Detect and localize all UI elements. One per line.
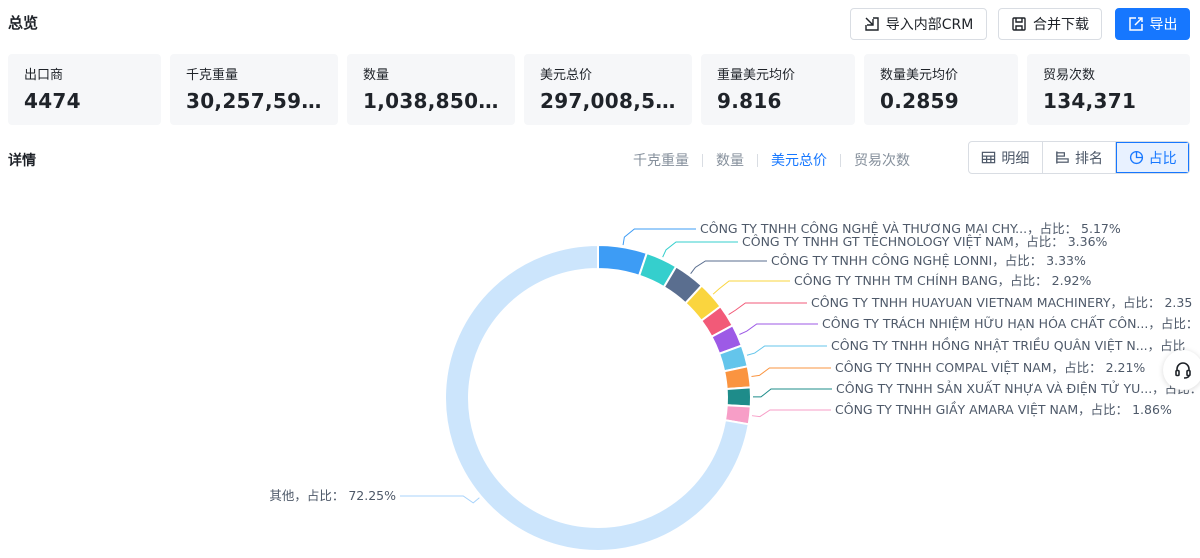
stat-value: 297,008,567...	[540, 89, 676, 113]
stat-label: 美元总价	[540, 68, 593, 83]
slice-label: CÔNG TY TNHH HUAYUAN VIETNAM MACHINERY，占…	[811, 295, 1192, 310]
stat-value: 30,257,592.74	[186, 89, 322, 113]
stat-label: 贸易次数	[1043, 68, 1096, 83]
leader-line	[752, 388, 832, 398]
stat-value: 134,371	[1043, 89, 1137, 113]
stat-card-quantity-avg-price: 数量美元均价 0.2859	[864, 54, 1018, 125]
pie-chart-icon	[1129, 150, 1143, 165]
leader-line	[400, 495, 480, 504]
slice-label: CÔNG TY TNHH SẢN XUẤT NHỰA VÀ ĐIỆN TỬ YU…	[836, 380, 1200, 396]
slice-label: CÔNG TY TNHH TM CHÍNH BANG，占比： 2.92%	[794, 273, 1091, 288]
top-bar: 总览 导入内部CRM 合并下载 导出	[0, 0, 1200, 48]
stat-value: 4474	[24, 89, 81, 113]
donut-slices	[444, 243, 752, 552]
tab-weight[interactable]: 千克重量	[620, 150, 702, 170]
stat-label: 千克重量	[186, 68, 239, 83]
merge-download-label: 合并下载	[1033, 17, 1089, 33]
stat-card-weight: 千克重量 30,257,592.74	[170, 54, 338, 125]
stat-value: 1,038,850,9...	[363, 89, 499, 113]
view-detail-label: 明细	[1001, 150, 1030, 167]
view-share-button[interactable]: 占比	[1116, 142, 1189, 173]
customer-service-button[interactable]	[1163, 350, 1200, 390]
page-title: 总览	[8, 14, 39, 32]
stat-label: 重量美元均价	[717, 68, 796, 83]
view-rank-button[interactable]: 排名	[1043, 142, 1117, 173]
metric-tabs: 千克重量 数量 美元总价 贸易次数	[620, 150, 923, 170]
stat-card-weight-avg-price: 重量美元均价 9.816	[701, 54, 855, 125]
slice-label: CÔNG TY TNHH GIẦY AMARA VIỆT NAM，占比： 1.8…	[835, 401, 1172, 417]
stat-value: 0.2859	[880, 89, 959, 113]
leader-line	[739, 323, 818, 335]
tab-quantity[interactable]: 数量	[703, 150, 757, 170]
leader-line	[622, 228, 696, 246]
stat-label: 数量	[363, 68, 390, 83]
slice-label: CÔNG TY TRÁCH NHIỆM HỮU HẠN HÓA CHẤT CÔN…	[822, 315, 1198, 331]
stat-card-exporters: 出口商 4474	[8, 54, 161, 125]
tab-trade-count[interactable]: 贸易次数	[841, 150, 923, 170]
slice-label: CÔNG TY TNHH COMPAL VIỆT NAM，占比： 2.21%	[835, 360, 1145, 375]
tab-total-usd[interactable]: 美元总价	[758, 150, 840, 170]
leader-line	[728, 302, 807, 315]
export-label: 导出	[1149, 17, 1178, 33]
donut-slice[interactable]	[597, 243, 649, 278]
slice-label: 其他，占比： 72.25%	[269, 488, 396, 503]
slice-label: CÔNG TY TNHH GT TECHNOLOGY VIỆT NAM，占比： …	[742, 234, 1108, 249]
import-crm-button[interactable]: 导入内部CRM	[850, 8, 987, 40]
import-crm-label: 导入内部CRM	[885, 17, 974, 33]
import-icon	[865, 17, 879, 31]
merge-icon	[1012, 17, 1026, 31]
share-donut-chart: CÔNG TY TNHH CÔNG NGHỆ VÀ THƯƠNG MẠI CHY…	[0, 180, 1200, 554]
slice-label: CÔNG TY TNHH CÔNG NGHỆ LONNI，占比： 3.33%	[771, 253, 1086, 268]
leader-line	[662, 241, 738, 258]
export-button[interactable]: 导出	[1115, 8, 1190, 40]
export-icon	[1128, 17, 1143, 31]
view-share-label: 占比	[1148, 150, 1177, 167]
stats-row: 出口商 4474 千克重量 30,257,592.74 数量 1,038,850…	[8, 54, 1190, 125]
stat-label: 出口商	[24, 68, 64, 83]
stat-value: 9.816	[717, 89, 782, 113]
view-toggle: 明细 排名 占比	[968, 141, 1190, 174]
leader-line	[712, 280, 790, 295]
stat-card-quantity: 数量 1,038,850,9...	[347, 54, 515, 125]
donut-chart-svg: CÔNG TY TNHH CÔNG NGHỆ VÀ THƯƠNG MẠI CHY…	[269, 221, 1200, 552]
stat-card-total-usd: 美元总价 297,008,567...	[524, 54, 692, 125]
leader-line	[746, 345, 827, 356]
rank-bar-icon	[1056, 151, 1069, 164]
headset-icon	[1175, 362, 1191, 379]
leader-line	[690, 260, 767, 275]
view-detail-button[interactable]: 明细	[969, 142, 1043, 173]
stat-card-trade-count: 贸易次数 134,371	[1027, 54, 1190, 125]
leader-line	[751, 409, 831, 418]
leader-line	[751, 367, 831, 377]
table-icon	[982, 151, 996, 164]
view-rank-label: 排名	[1075, 150, 1103, 167]
details-title: 详情	[8, 153, 36, 169]
slice-label: CÔNG TY TNHH HỒNG NHẬT TRIỀU QUÂN VIỆT N…	[831, 337, 1185, 353]
donut-slice[interactable]	[725, 386, 752, 408]
merge-download-button[interactable]: 合并下载	[998, 8, 1102, 40]
stat-label: 数量美元均价	[880, 68, 959, 83]
donut-slice[interactable]	[723, 365, 752, 391]
